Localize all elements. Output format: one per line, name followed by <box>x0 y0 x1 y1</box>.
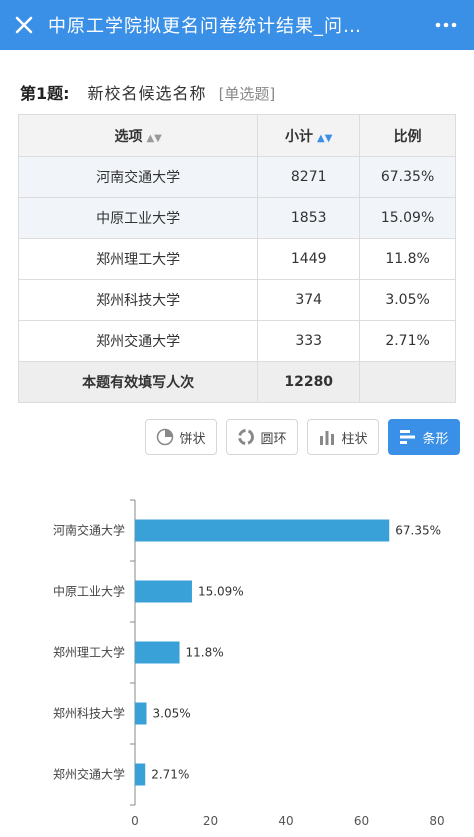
x-tick-label: 80 <box>429 814 444 828</box>
tab-column-label: 柱状 <box>341 431 368 447</box>
title-bar: 中原工学院拟更名问卷统计结果_问… <box>0 0 474 50</box>
count-cell: 374 <box>257 279 361 321</box>
question-type: [单选题] <box>218 85 276 103</box>
bar <box>135 519 390 542</box>
x-tick-label: 20 <box>203 814 218 828</box>
table-row: 河南交通大学 8271 67.35% <box>17 156 456 198</box>
column-chart-icon <box>320 431 335 445</box>
count-cell: 333 <box>257 320 361 362</box>
option-cell: 郑州理工大学 <box>17 238 259 280</box>
total-label: 本题有效填写人次 <box>17 361 259 403</box>
category-label: 郑州科技大学 <box>53 706 125 721</box>
tab-bar[interactable]: 条形 <box>388 419 460 455</box>
total-empty-cell <box>359 361 456 403</box>
data-label: 3.05% <box>153 707 191 721</box>
category-label: 中原工业大学 <box>53 584 125 599</box>
bar-chart-icon <box>400 430 416 444</box>
bar <box>135 702 147 725</box>
option-cell: 河南交通大学 <box>17 156 259 198</box>
table-row: 郑州科技大学 374 3.05% <box>17 279 456 321</box>
total-value: 12280 <box>257 361 361 403</box>
data-label: 11.8% <box>186 646 224 660</box>
question-number: 第1题: <box>20 84 70 103</box>
category-label: 河南交通大学 <box>53 523 125 538</box>
category-label: 郑州交通大学 <box>53 767 125 782</box>
table-row: 中原工业大学 1853 15.09% <box>17 197 456 239</box>
ratio-cell: 3.05% <box>359 279 456 321</box>
tab-column[interactable]: 柱状 <box>307 419 379 455</box>
pie-chart-icon <box>157 428 174 446</box>
bar <box>135 641 180 664</box>
header-count[interactable]: 小计 ▲▼ <box>257 114 361 157</box>
x-tick-label: 40 <box>278 814 293 828</box>
count-cell: 8271 <box>257 156 361 198</box>
stats-table: 选项 ▲▼ 小计 ▲▼ 比例 河南交通大学 8271 67.35% 中原工业大学 1… <box>17 114 456 403</box>
ratio-cell: 11.8% <box>359 238 456 280</box>
question-header: 第1题: 新校名候选名称 [单选题] <box>20 80 275 104</box>
donut-chart-icon <box>238 429 255 445</box>
data-label: 2.71% <box>151 768 189 782</box>
count-cell: 1853 <box>257 197 361 239</box>
x-tick-label: 0 <box>131 814 139 828</box>
chart-type-tabs: 饼状 圆环 柱状 条形 <box>145 419 460 455</box>
data-label: 67.35% <box>395 524 441 538</box>
header-count-label: 小计 <box>285 128 314 145</box>
category-label: 郑州理工大学 <box>53 645 125 660</box>
bar <box>135 763 146 786</box>
question-text: 新校名候选名称 <box>87 84 207 103</box>
tab-donut[interactable]: 圆环 <box>226 419 298 455</box>
close-icon <box>15 16 33 34</box>
header-option[interactable]: 选项 ▲▼ <box>17 114 259 157</box>
sort-icon: ▲▼ <box>146 132 162 144</box>
count-cell: 1449 <box>257 238 361 280</box>
option-cell: 中原工业大学 <box>17 197 259 239</box>
table-row: 郑州理工大学 1449 11.8% <box>17 238 456 280</box>
bar-chart: 河南交通大学 67.35% 中原工业大学 15.09% 郑州理工大学 11.8% 郑州科技大… <box>53 499 445 828</box>
header-ratio-label: 比例 <box>393 128 422 145</box>
header-option-label: 选项 <box>114 128 143 145</box>
ratio-cell: 15.09% <box>359 197 456 239</box>
sort-icon: ▲▼ <box>317 132 333 144</box>
more-button[interactable] <box>432 11 460 39</box>
ratio-cell: 67.35% <box>359 156 456 198</box>
ratio-cell: 2.71% <box>359 320 456 362</box>
x-tick-label: 60 <box>354 814 369 828</box>
close-button[interactable] <box>0 0 48 50</box>
tab-donut-label: 圆环 <box>260 431 287 447</box>
data-label: 15.09% <box>198 585 244 599</box>
total-row: 本题有效填写人次 12280 <box>17 361 456 403</box>
more-icon <box>435 22 457 28</box>
option-cell: 郑州科技大学 <box>17 279 259 321</box>
tab-bar-label: 条形 <box>422 431 449 447</box>
table-header-row: 选项 ▲▼ 小计 ▲▼ 比例 <box>17 114 456 157</box>
page-title: 中原工学院拟更名问卷统计结果_问… <box>48 16 362 37</box>
tab-pie-label: 饼状 <box>179 431 206 447</box>
tab-pie[interactable]: 饼状 <box>145 419 217 455</box>
header-ratio: 比例 <box>359 114 456 157</box>
option-cell: 郑州交通大学 <box>17 320 259 362</box>
bar <box>135 580 192 603</box>
table-row: 郑州交通大学 333 2.71% <box>17 320 456 362</box>
